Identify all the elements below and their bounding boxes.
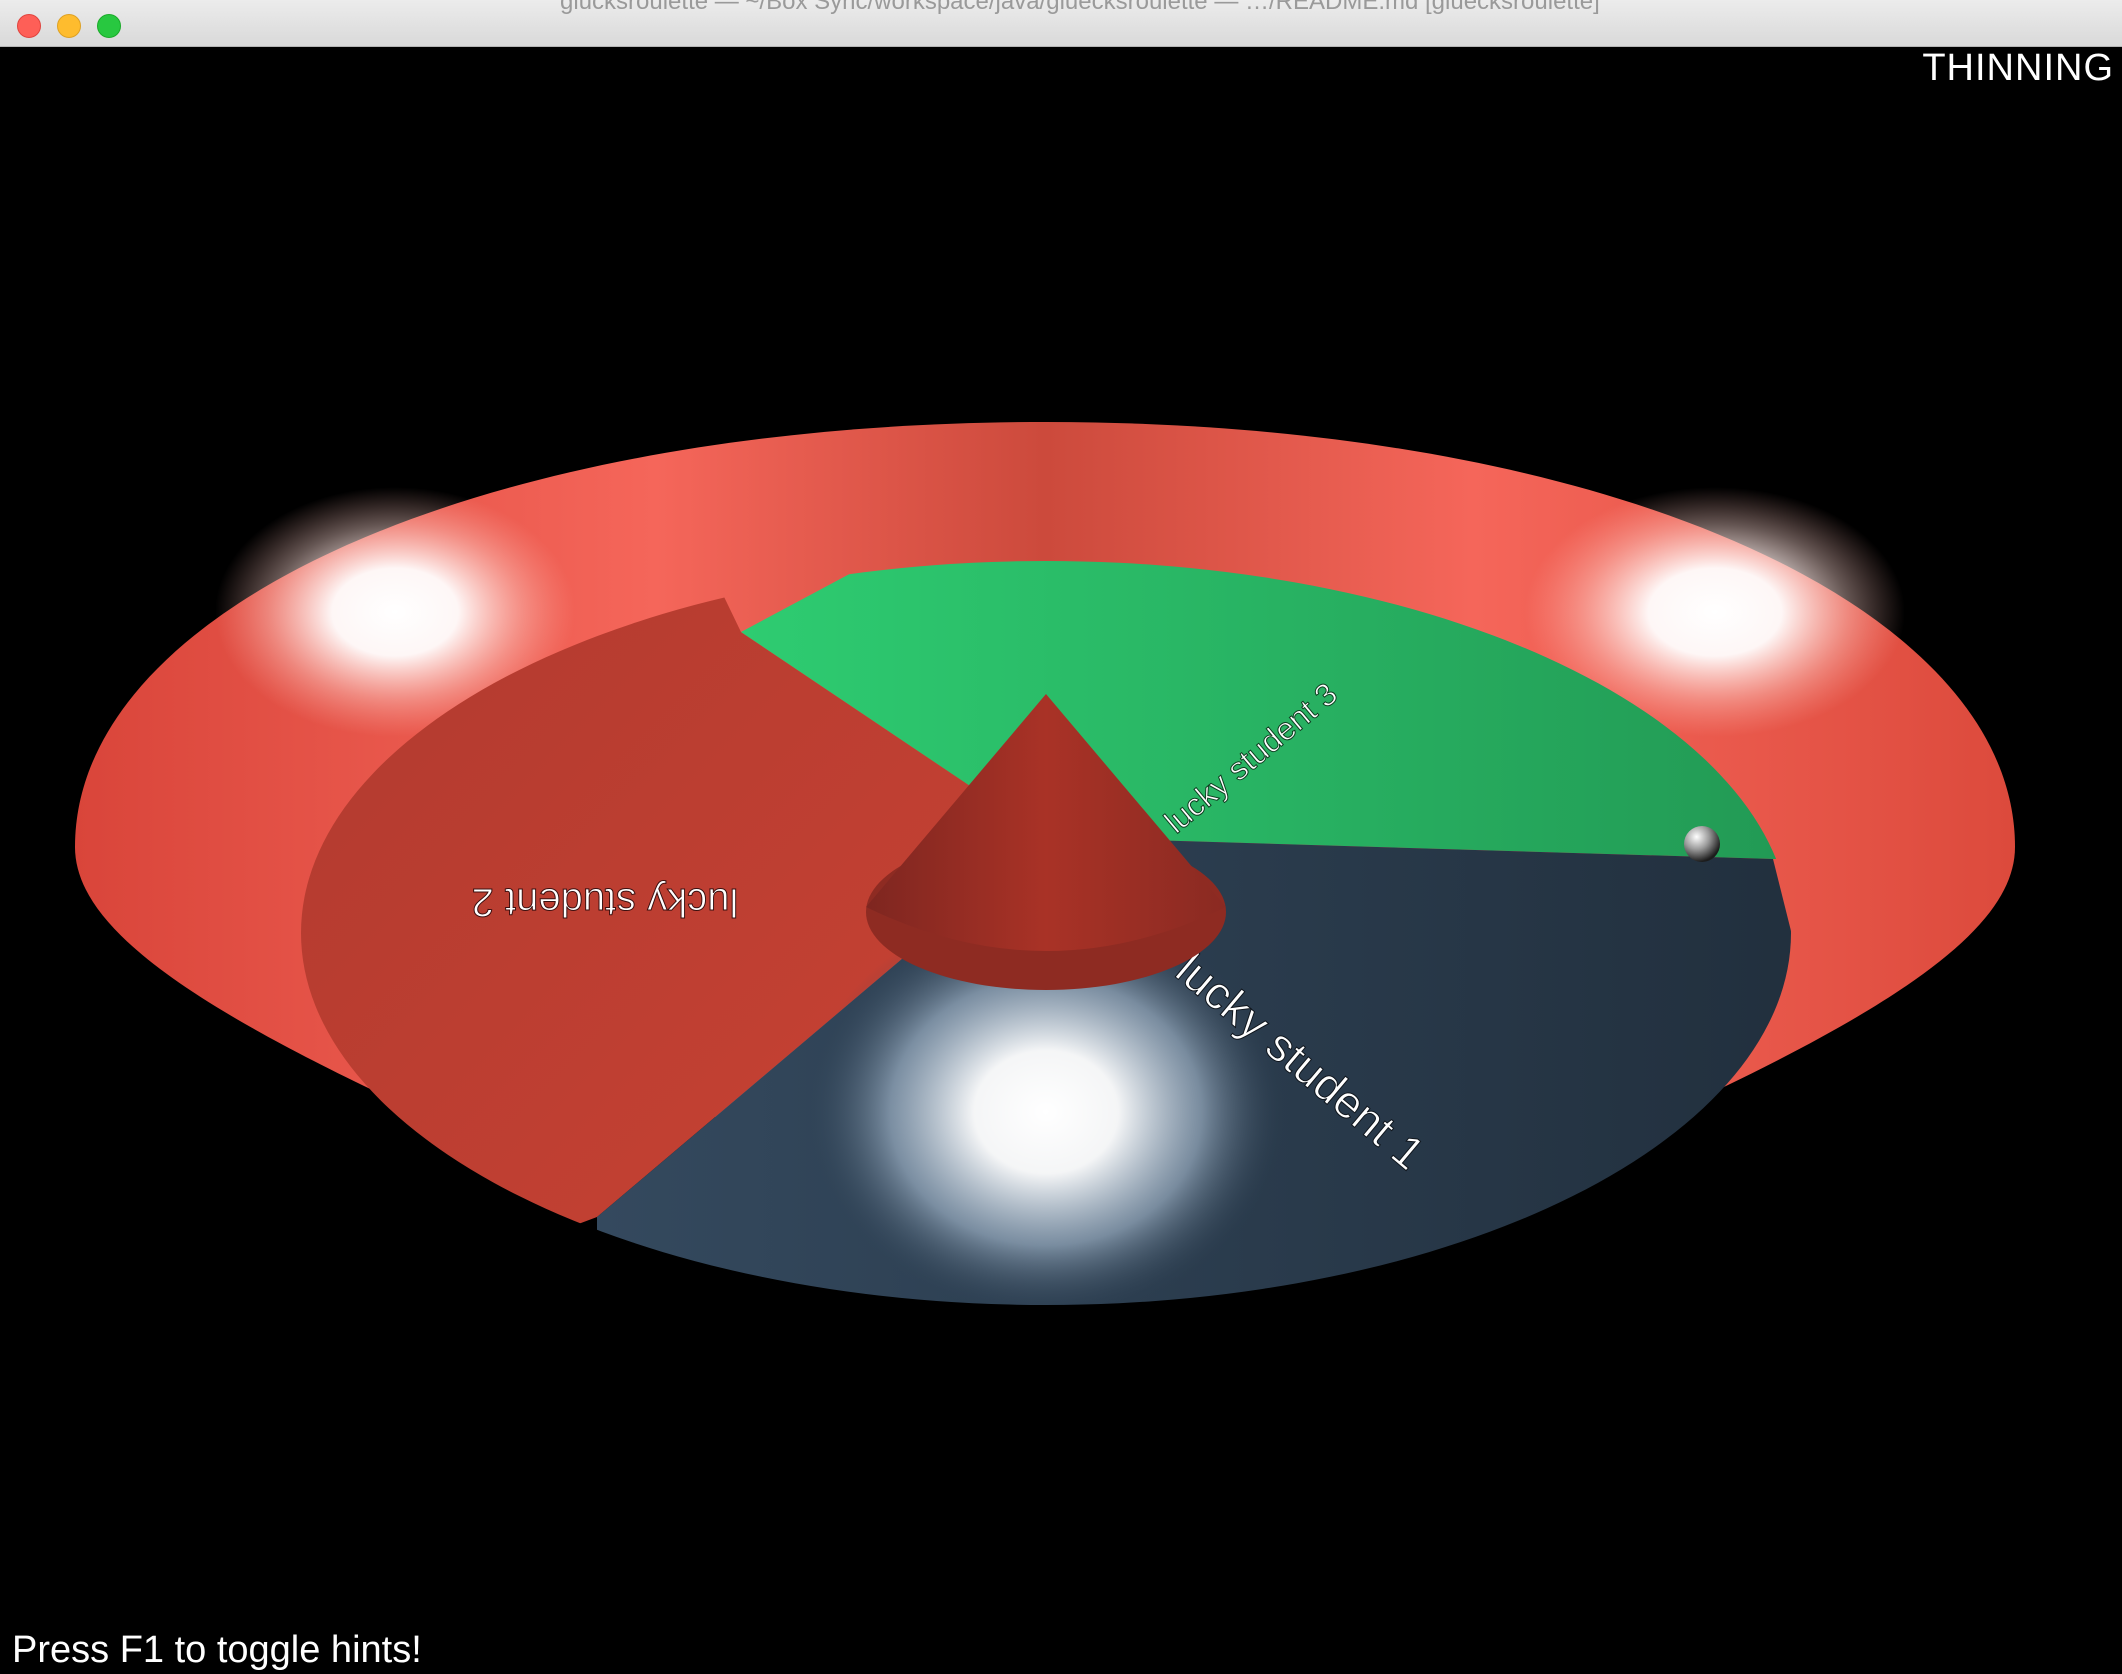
segment-label-2: lucky student 2 <box>472 880 739 924</box>
title-bar[interactable]: glücksroulette — ~/Box Sync/workspace/ja… <box>0 0 2122 47</box>
hint-text: Press F1 to toggle hints! <box>12 1629 422 1671</box>
app-window: glücksroulette — ~/Box Sync/workspace/ja… <box>0 0 2122 1674</box>
roulette-scene[interactable]: lucky student 2 lucky student 3 lucky st… <box>0 47 2122 1674</box>
game-viewport[interactable]: lucky student 2 lucky student 3 lucky st… <box>0 47 2122 1674</box>
maximize-window-button[interactable] <box>97 14 121 38</box>
window-title: glücksroulette — ~/Box Sync/workspace/ja… <box>560 0 1600 15</box>
close-window-button[interactable] <box>17 14 41 38</box>
minimize-window-button[interactable] <box>57 14 81 38</box>
mode-indicator: THINNING <box>1922 47 2114 89</box>
roulette-ball <box>1684 826 1720 862</box>
